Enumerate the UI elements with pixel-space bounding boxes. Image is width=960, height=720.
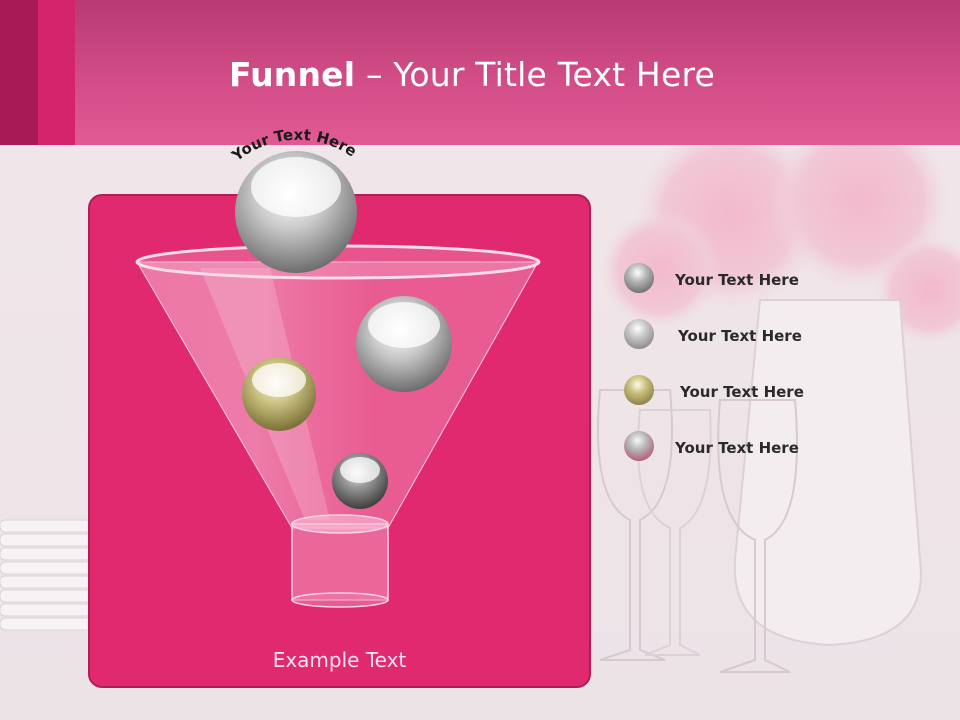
olive-ball-icon <box>624 375 654 405</box>
olive-ball-icon <box>242 357 316 431</box>
legend-label: Your Text Here <box>675 439 799 457</box>
dark-gray-ball-icon <box>624 263 654 293</box>
legend-label: Your Text Here <box>675 271 799 289</box>
legend-label: Your Text Here <box>680 383 804 401</box>
example-text[interactable]: Example Text <box>88 648 591 672</box>
dark-ball-icon <box>332 453 388 509</box>
gray-ball-icon <box>356 296 452 392</box>
funnel-spout <box>291 523 389 601</box>
top-ball-icon <box>235 151 357 273</box>
gray-ball-icon <box>624 319 654 349</box>
funnel-graphic: Your Text Here <box>135 126 541 608</box>
legend-label: Your Text Here <box>678 327 802 345</box>
pink-ball-icon <box>624 431 654 461</box>
